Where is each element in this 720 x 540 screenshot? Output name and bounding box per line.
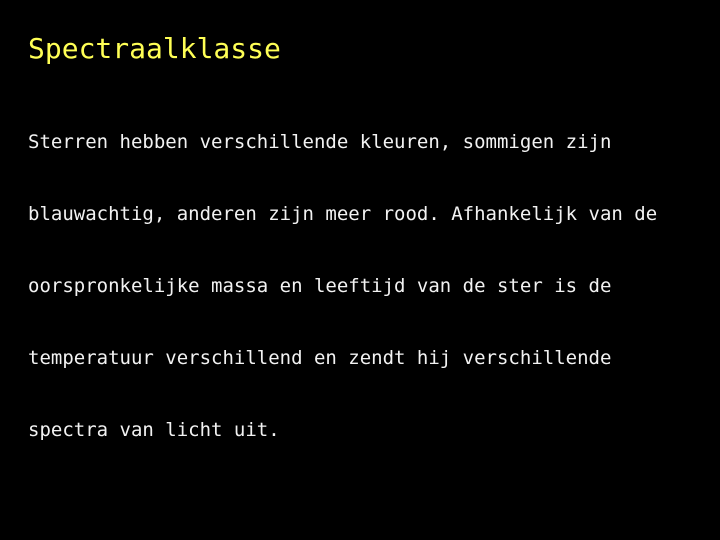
text-line: spectra van licht uit.	[28, 419, 280, 441]
text-line: temperatuur verschillend en zendt hij ve…	[28, 347, 612, 369]
text-line: blauwachtig, anderen zijn meer rood. Afh…	[28, 203, 658, 225]
text-line: Sterren hebben verschillende kleuren, so…	[28, 131, 612, 153]
paragraph-intro: Sterren hebben verschillende kleuren, so…	[28, 82, 720, 490]
slide-body: Sterren hebben verschillende kleuren, so…	[28, 82, 720, 540]
slide-root: Spectraalklasse Sterren hebben verschill…	[0, 0, 720, 540]
text-line: oorspronkelijke massa en leeftijd van de…	[28, 275, 612, 297]
page-title: Spectraalklasse	[28, 32, 281, 65]
paragraph-spectral-series: De soorten spectra worden weergegeven do…	[28, 514, 720, 540]
